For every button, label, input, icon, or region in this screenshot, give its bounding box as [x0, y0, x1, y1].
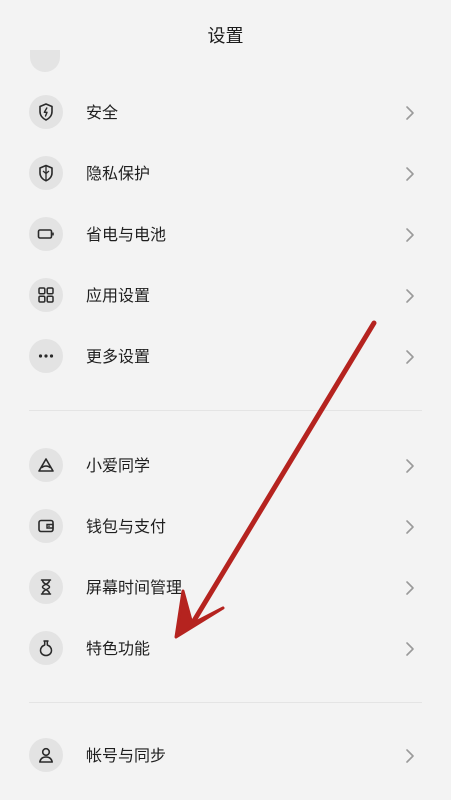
- shield-icon: [29, 95, 63, 129]
- account-icon: [29, 738, 63, 772]
- flask-icon: [29, 631, 63, 665]
- settings-header: 设置: [0, 0, 451, 62]
- section-divider: [29, 410, 422, 411]
- page-title: 设置: [207, 26, 244, 47]
- chevron-right-icon: [406, 642, 414, 656]
- chevron-right-icon: [406, 581, 414, 595]
- settings-item-label: 钱包与支付: [86, 517, 167, 536]
- settings-item-label: 隐私保护: [86, 164, 151, 183]
- settings-item-account-sync[interactable]: 帐号与同步: [0, 726, 451, 786]
- settings-item-label: 小爱同学: [86, 456, 151, 475]
- settings-item-more[interactable]: 更多设置: [0, 327, 451, 387]
- chevron-right-icon: [406, 520, 414, 534]
- settings-item-screen-time[interactable]: 屏幕时间管理: [0, 558, 451, 618]
- hourglass-icon: [29, 570, 63, 604]
- chevron-right-icon: [406, 459, 414, 473]
- settings-item-apps[interactable]: 应用设置: [0, 266, 451, 326]
- chevron-right-icon: [406, 749, 414, 763]
- settings-item-battery[interactable]: 省电与电池: [0, 205, 451, 265]
- wallet-icon: [29, 509, 63, 543]
- settings-item-security[interactable]: 安全: [0, 83, 451, 143]
- more-dots-icon: [29, 339, 63, 373]
- battery-icon: [29, 217, 63, 251]
- settings-item-xiaoai[interactable]: 小爱同学: [0, 436, 451, 496]
- settings-item-label: 安全: [86, 103, 119, 122]
- settings-item-label: 特色功能: [86, 639, 151, 658]
- privacy-icon: [29, 156, 63, 190]
- section-divider: [29, 702, 422, 703]
- settings-item-label: 省电与电池: [86, 225, 167, 244]
- chevron-right-icon: [406, 228, 414, 242]
- settings-item-label: 更多设置: [86, 347, 151, 366]
- xiaoai-icon: [29, 448, 63, 482]
- settings-item-special-features[interactable]: 特色功能: [0, 619, 451, 679]
- chevron-right-icon: [406, 350, 414, 364]
- chevron-right-icon: [406, 167, 414, 181]
- settings-item-privacy[interactable]: 隐私保护: [0, 144, 451, 204]
- chevron-right-icon: [406, 289, 414, 303]
- partially-hidden-icon: [30, 50, 60, 72]
- settings-item-label: 帐号与同步: [86, 746, 167, 765]
- chevron-right-icon: [406, 106, 414, 120]
- settings-item-wallet[interactable]: 钱包与支付: [0, 497, 451, 557]
- apps-grid-icon: [29, 278, 63, 312]
- settings-item-label: 应用设置: [86, 286, 151, 305]
- settings-item-label: 屏幕时间管理: [86, 578, 183, 597]
